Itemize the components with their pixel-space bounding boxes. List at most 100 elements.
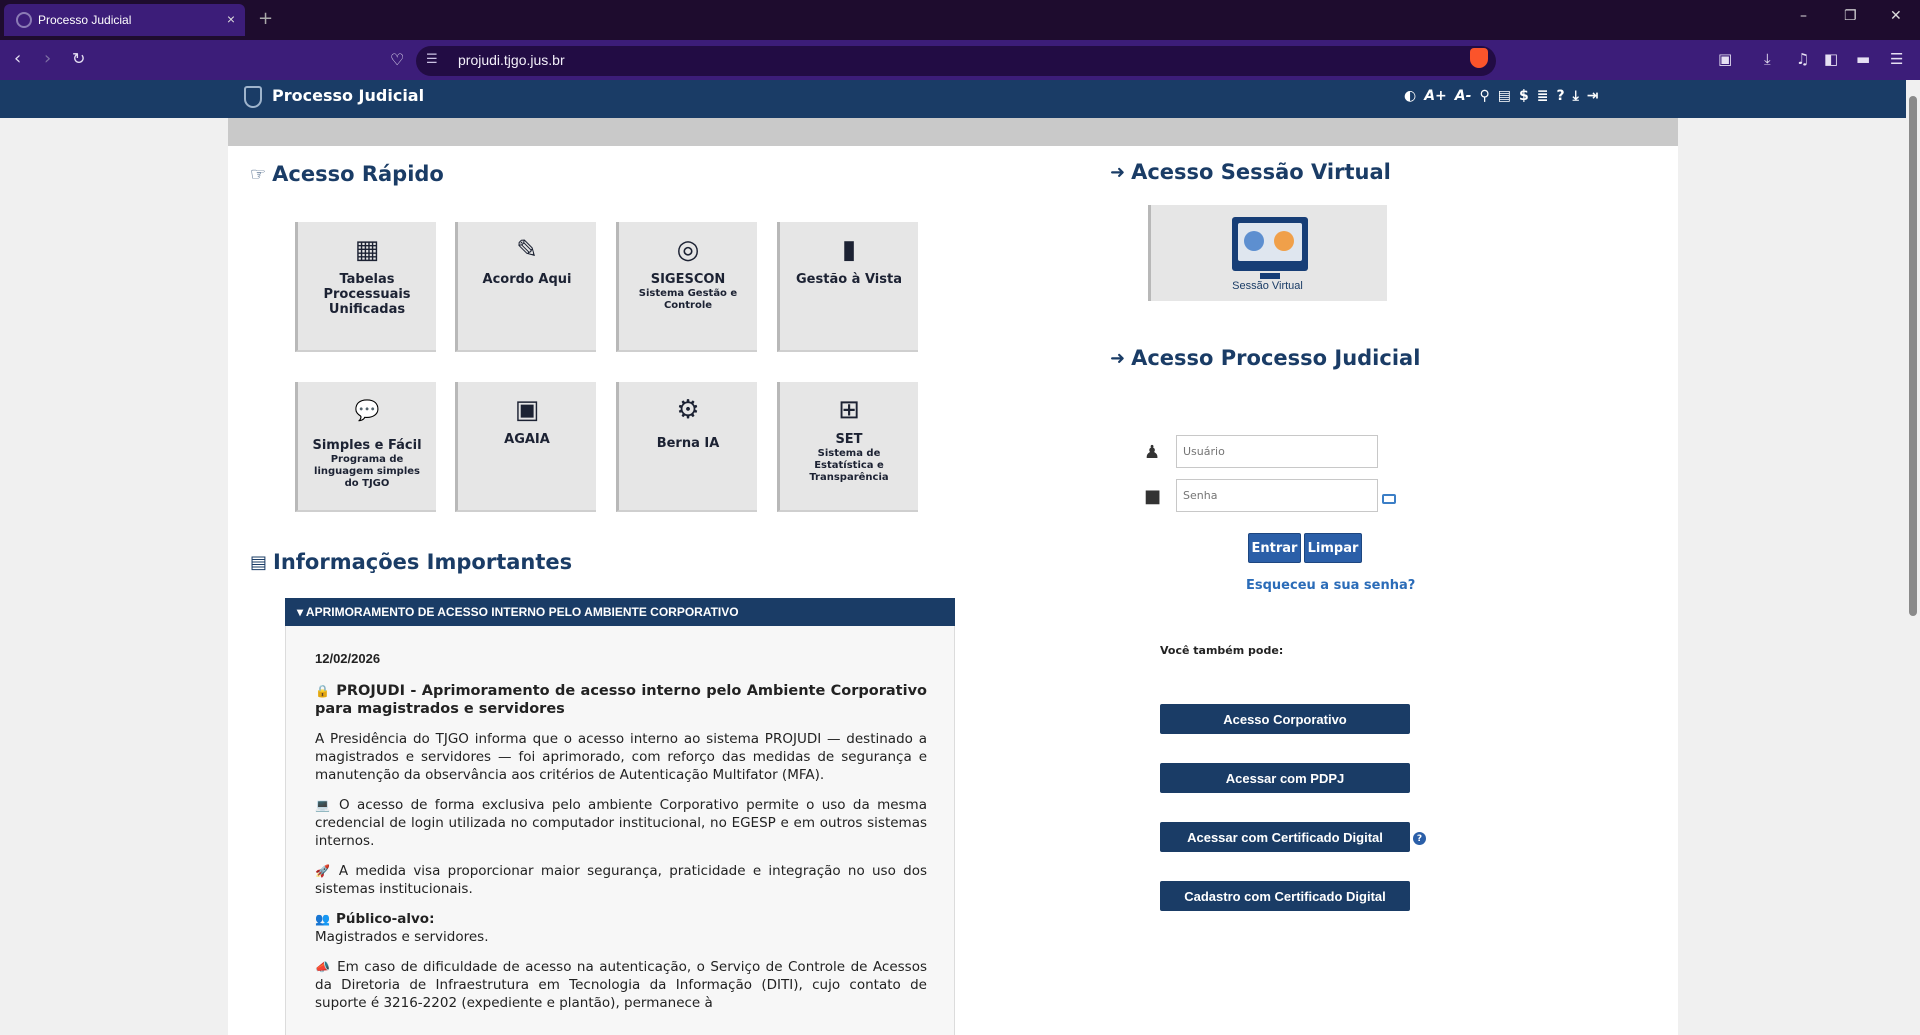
megaphone-emoji-icon: 📣 <box>315 960 332 974</box>
monitor-icon <box>1232 217 1308 279</box>
tile-subtitle: Sistema Gestão e Controle <box>638 288 738 311</box>
news-article: 12/02/2026 🔒 PROJUDI - Aprimoramento de a… <box>315 650 927 1024</box>
media-icon[interactable]: ♫ <box>1796 50 1809 68</box>
forgot-password-link[interactable]: Esqueceu a sua senha? <box>1246 578 1415 593</box>
tile-title: Berna IA <box>656 436 720 451</box>
close-window-icon[interactable]: ✕ <box>1890 8 1902 24</box>
forward-icon[interactable]: › <box>44 48 51 69</box>
tab-strip <box>0 0 1920 40</box>
site-info-icon[interactable]: ☰ <box>426 52 438 67</box>
tile-title: Simples e Fácil <box>312 438 422 453</box>
sidebar-icon[interactable]: ◧ <box>1824 50 1838 68</box>
pdpj-access-button[interactable]: Acessar com PDPJ <box>1160 763 1410 793</box>
news-paragraph-1: A Presidência do TJGO informa que o aces… <box>315 731 927 783</box>
news-paragraph-5: 📣 Em caso de dificuldade de acesso na aut… <box>315 958 927 1012</box>
downloads-icon[interactable]: ⤓ <box>1764 50 1771 68</box>
news-headline-text: PROJUDI - Aprimoramento de acesso intern… <box>315 683 927 717</box>
help-icon[interactable]: ? <box>1556 88 1564 104</box>
lock-icon: ■ <box>1144 486 1162 507</box>
corporate-access-button[interactable]: Acesso Corporativo <box>1160 704 1410 734</box>
login-title: ➜ Acesso Processo Judicial <box>1110 346 1420 370</box>
certificate-access-button[interactable]: Acessar com Certificado Digital <box>1160 822 1410 852</box>
tile-title: Acordo Aqui <box>482 272 572 287</box>
header-band <box>228 118 1678 146</box>
edit-icon: ✎ <box>516 235 538 265</box>
login-button[interactable]: Entrar <box>1248 533 1301 563</box>
font-increase-button[interactable]: A+ <box>1424 88 1447 104</box>
login-title-text: Acesso Processo Judicial <box>1131 346 1421 370</box>
rocket-emoji-icon: 🚀 <box>315 864 333 878</box>
tile-agaia[interactable]: ▣ AGAIA <box>455 382 596 512</box>
certificate-help-icon[interactable]: ? <box>1413 832 1426 845</box>
tab-close-icon[interactable]: × <box>227 11 235 27</box>
tile-title: SET <box>835 432 863 447</box>
chip-icon: ▣ <box>514 395 540 425</box>
info-title-text: Informações Importantes <box>273 550 573 574</box>
address-bar[interactable] <box>416 46 1496 76</box>
audience-text: Magistrados e servidores. <box>315 929 489 945</box>
password-input[interactable] <box>1176 479 1378 512</box>
user-avatar-icon <box>1244 231 1264 251</box>
dollar-icon[interactable]: $ <box>1519 88 1529 104</box>
news-paragraph-3: 🚀 A medida visa proporcionar maior segura… <box>315 862 927 898</box>
news-paragraph-4: 👥 Público-alvo: Magistrados e servidores. <box>315 910 927 946</box>
chat-icon: 💬 <box>354 398 380 422</box>
accordion-header[interactable]: ▾ APRIMORAMENTO DE ACESSO INTERNO PELO A… <box>285 598 955 626</box>
maximize-icon[interactable]: ❐ <box>1844 8 1857 24</box>
news-paragraph-2: 💻 O acesso de forma exclusiva pelo ambien… <box>315 796 927 850</box>
menu-icon[interactable]: ☰ <box>1890 50 1903 68</box>
virtual-session-title-text: Acesso Sessão Virtual <box>1131 160 1391 184</box>
logout-icon[interactable]: ⇥ <box>1587 88 1599 104</box>
minimize-icon[interactable]: – <box>1800 8 1807 24</box>
tile-tabelas-processuais[interactable]: ▦ Tabelas Processuais Unificadas <box>295 222 436 352</box>
document-icon[interactable]: ▤ <box>1498 88 1511 104</box>
scrollbar-thumb[interactable] <box>1909 96 1917 616</box>
font-decrease-button[interactable]: A- <box>1455 88 1472 104</box>
download-icon[interactable]: ⤓ <box>1573 88 1579 104</box>
ai-gear-icon: ⚙ <box>676 395 700 425</box>
accordion-body: 12/02/2026 🔒 PROJUDI - Aprimoramento de a… <box>285 626 955 1035</box>
people-emoji-icon: 👥 <box>315 912 330 926</box>
url-text[interactable]: projudi.tjgo.jus.br <box>458 52 565 68</box>
info-title: ▤ Informações Importantes <box>250 550 572 574</box>
monitor-stand <box>1260 273 1280 279</box>
wallet-icon[interactable]: ▬ <box>1856 50 1870 68</box>
news-headline: 🔒 PROJUDI - Aprimoramento de acesso inter… <box>315 682 927 718</box>
brave-shield-icon[interactable] <box>1470 48 1488 68</box>
tile-set[interactable]: ⊞ SET Sistema de Estatística e Transparê… <box>777 382 918 512</box>
sign-in-icon: ➜ <box>1110 347 1126 369</box>
username-input[interactable] <box>1176 435 1378 468</box>
accessibility-toolbar: ◐ A+ A- ⚲ ▤ $ ≣ ? ⤓ ⇥ <box>1404 88 1599 104</box>
contrast-icon[interactable]: ◐ <box>1404 88 1416 104</box>
tile-title: Tabelas Processuais Unificadas <box>323 272 411 317</box>
news-paragraph-3-text: A medida visa proporcionar maior seguran… <box>315 863 927 897</box>
bookmark-icon[interactable]: ♡ <box>390 50 404 69</box>
virtual-keyboard-icon[interactable] <box>1382 494 1396 504</box>
tile-gestao-a-vista[interactable]: ▮ Gestão à Vista <box>777 222 918 352</box>
reload-icon[interactable]: ↻ <box>72 49 85 68</box>
news-date: 12/02/2026 <box>315 651 381 666</box>
tile-acordo-aqui[interactable]: ✎ Acordo Aqui <box>455 222 596 352</box>
browser-tab[interactable]: Processo Judicial × <box>4 4 245 36</box>
user-icon: ♟ <box>1144 442 1161 463</box>
virtual-session-label[interactable]: Sessão Virtual <box>1148 280 1387 292</box>
tile-sigescon[interactable]: ◎ SIGESCON Sistema Gestão e Controle <box>616 222 757 352</box>
tile-title: AGAIA <box>504 432 550 447</box>
tile-simples-e-facil[interactable]: 💬 Simples e Fácil Programa de linguagem … <box>295 382 436 512</box>
favicon-icon <box>16 12 32 28</box>
table-icon: ▦ <box>354 235 380 265</box>
screenshot-icon[interactable]: ▣ <box>1718 50 1732 68</box>
clear-button[interactable]: Limpar <box>1304 533 1362 563</box>
tile-title: Gestão à Vista <box>796 272 902 287</box>
sign-in-icon: ➜ <box>1110 161 1126 183</box>
lock-emoji-icon: 🔒 <box>315 684 331 698</box>
tile-berna-ia[interactable]: ⚙ Berna IA <box>616 382 757 512</box>
new-tab-icon[interactable]: + <box>258 8 273 29</box>
search-icon[interactable]: ⚲ <box>1479 88 1489 104</box>
target-icon: ◎ <box>676 235 700 265</box>
back-icon[interactable]: ‹ <box>14 48 21 69</box>
statistics-icon[interactable]: ≣ <box>1537 88 1549 104</box>
quick-access-title: ☞ Acesso Rápido <box>250 162 444 186</box>
certificate-signup-button[interactable]: Cadastro com Certificado Digital <box>1160 881 1410 911</box>
network-icon: ⊞ <box>838 395 860 425</box>
